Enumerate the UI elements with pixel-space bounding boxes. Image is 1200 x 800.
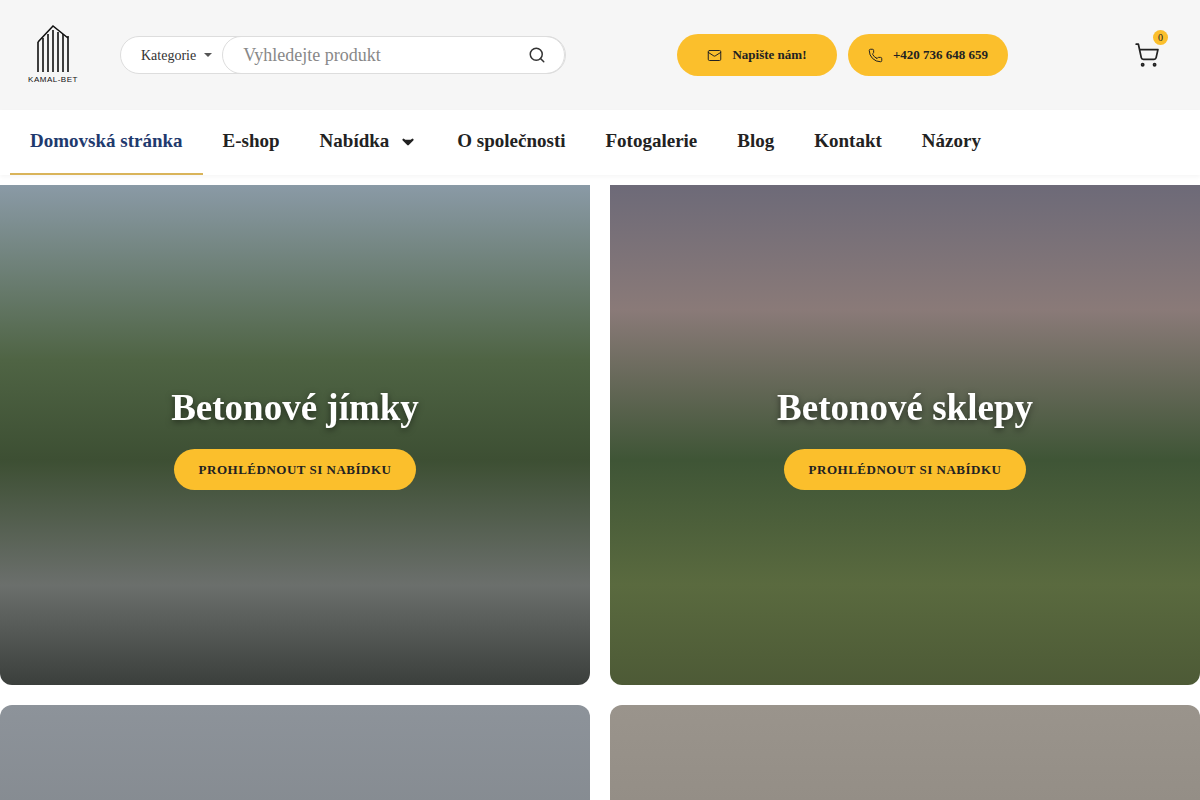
write-us-button[interactable]: Napište nám! (677, 34, 837, 76)
offer-card (0, 705, 590, 800)
search-icon[interactable] (528, 46, 546, 64)
phone-button[interactable]: +420 736 648 659 (848, 34, 1008, 76)
card-grid: Betonové jímkyPROHLÉDNOUT SI NABÍDKUBeto… (0, 185, 1200, 800)
card-button[interactable]: PROHLÉDNOUT SI NABÍDKU (784, 449, 1027, 490)
cart-icon (1134, 42, 1160, 68)
search-field[interactable]: Vyhledejte produkt (222, 36, 565, 74)
nav-item[interactable]: Fotogalerie (586, 110, 718, 175)
offer-card (610, 705, 1200, 800)
offer-card[interactable]: Betonové jímky PROHLÉDNOUT SI NABÍDKU (0, 185, 590, 685)
mail-icon (707, 48, 722, 63)
logo[interactable]: KAMAL-BET (22, 24, 84, 86)
nav-item[interactable]: Blog (717, 110, 794, 175)
caret-icon (204, 53, 212, 57)
top-bar: KAMAL-BET KategorieVyhledejte produkt Napi… (0, 0, 1200, 110)
nav-item[interactable]: Nabídka (300, 110, 438, 175)
dropdown-icon (399, 133, 417, 151)
nav-item[interactable]: O společnosti (437, 110, 585, 175)
page: KAMAL-BET KategorieVyhledejte produkt Napi… (0, 0, 1200, 800)
nav-item[interactable]: Domovská stránka (10, 110, 203, 175)
nav-item[interactable]: Názory (902, 110, 1001, 175)
main-nav: Domovská stránkaE-shopNabídkaO společnos… (0, 110, 1200, 175)
card-title: Betonové jímky (171, 380, 419, 436)
nav-item[interactable]: Kontakt (794, 110, 902, 175)
search-group: KategorieVyhledejte produkt (120, 36, 566, 74)
offer-card[interactable]: Betonové sklepy PROHLÉDNOUT SI NABÍDKU (610, 185, 1200, 685)
phone-icon (868, 48, 883, 63)
category-select[interactable]: Kategorie (121, 45, 222, 66)
logo-icon (36, 24, 70, 72)
cart[interactable]: 0 (1134, 42, 1160, 68)
nav-item[interactable]: E-shop (203, 110, 300, 175)
cart-badge: 0 (1153, 30, 1168, 45)
card-title: Betonové sklepy (777, 380, 1033, 436)
card-button[interactable]: PROHLÉDNOUT SI NABÍDKU (174, 449, 417, 490)
